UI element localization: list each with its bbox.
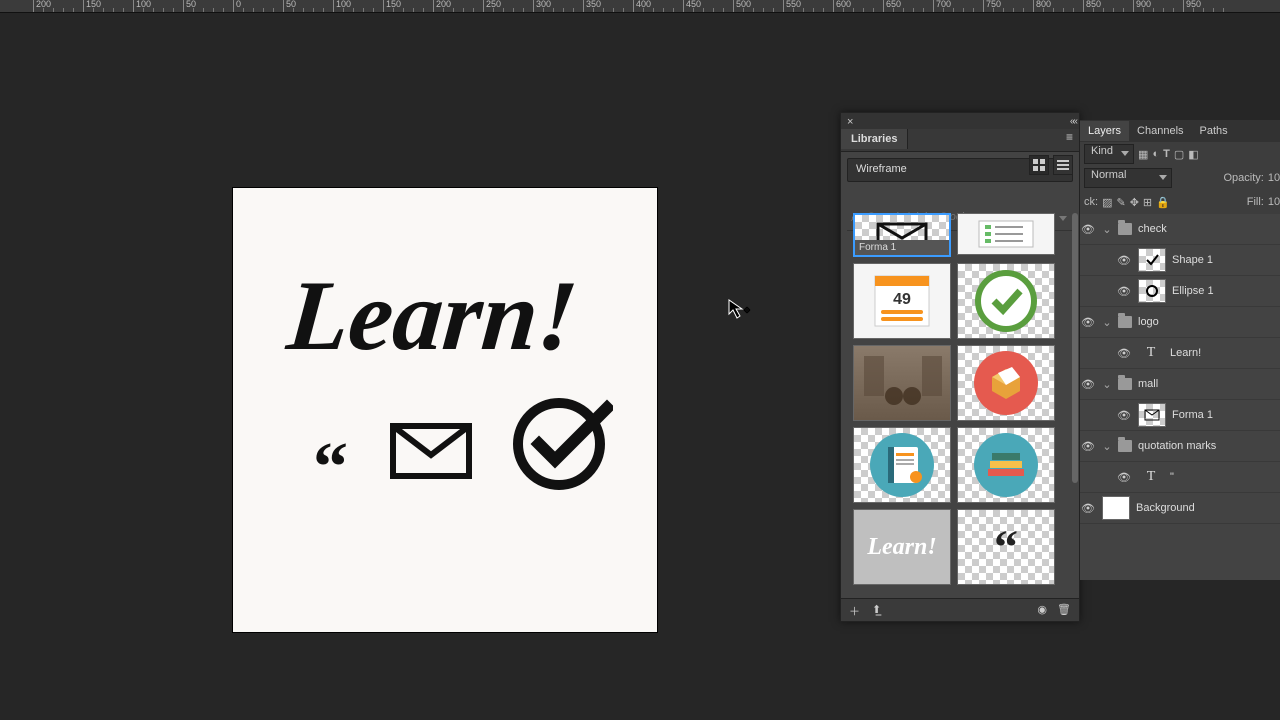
layer-group-check[interactable]: 👁 ⌄ check xyxy=(1080,214,1280,245)
layers-panel: Layers Channels Paths » Kind ▦ ◐ T ▢ ◧ N… xyxy=(1080,120,1280,580)
quotation-mark[interactable]: “ xyxy=(313,428,348,508)
tab-channels[interactable]: Channels xyxy=(1129,121,1191,141)
libraries-tab[interactable]: Libraries xyxy=(841,129,908,149)
filter-pixel-icon[interactable]: ▦ xyxy=(1138,148,1148,161)
visibility-icon[interactable]: 👁 xyxy=(1116,347,1132,360)
trash-icon[interactable]: 🗑 xyxy=(1057,603,1071,616)
upload-icon[interactable]: ⬆̲ xyxy=(872,603,881,619)
twirl-down-icon[interactable]: ⌄ xyxy=(1102,440,1112,453)
folder-icon xyxy=(1118,440,1132,452)
tab-paths[interactable]: Paths xyxy=(1192,121,1236,141)
grid-view-button[interactable] xyxy=(1029,155,1049,175)
visibility-icon[interactable]: 👁 xyxy=(1116,409,1132,422)
lock-pixels-icon[interactable]: ✎ xyxy=(1116,196,1125,209)
visibility-icon[interactable]: 👁 xyxy=(1116,254,1132,267)
add-asset-icon[interactable]: ＋ xyxy=(849,603,860,619)
cloud-icon[interactable]: ◉ xyxy=(1037,603,1047,616)
lock-position-icon[interactable]: ✥ xyxy=(1130,196,1139,209)
visibility-icon[interactable]: 👁 xyxy=(1080,223,1096,236)
twirl-down-icon[interactable]: ⌄ xyxy=(1102,223,1112,236)
svg-text:49: 49 xyxy=(893,291,911,308)
twirl-down-icon[interactable]: ⌄ xyxy=(1102,316,1112,329)
libraries-scrollbar[interactable] xyxy=(1072,213,1078,483)
document-canvas[interactable]: Learn! “ xyxy=(233,188,657,632)
chevron-down-icon xyxy=(1159,175,1167,180)
asset-list-ui[interactable] xyxy=(957,213,1055,255)
visibility-icon[interactable]: 👁 xyxy=(1080,502,1096,515)
chevron-down-icon xyxy=(1121,151,1129,156)
libraries-panel-header[interactable]: × «« xyxy=(841,113,1079,129)
visibility-icon[interactable]: 👁 xyxy=(1116,285,1132,298)
asset-check-green[interactable] xyxy=(957,263,1055,339)
visibility-icon[interactable]: 👁 xyxy=(1080,316,1096,329)
asset-box-red[interactable] xyxy=(957,345,1055,421)
layer-thumb xyxy=(1138,279,1166,303)
opacity-label: Opacity: xyxy=(1224,172,1264,184)
lock-label: ck: xyxy=(1084,196,1098,208)
tab-layers[interactable]: Layers xyxy=(1080,121,1129,141)
layer-thumb xyxy=(1138,248,1166,272)
folder-icon xyxy=(1118,223,1132,235)
filter-type-icon[interactable]: T xyxy=(1163,148,1170,160)
layer-forma-1[interactable]: 👁 Forma 1 xyxy=(1080,400,1280,431)
blend-mode-select[interactable]: Normal xyxy=(1084,168,1172,188)
lock-all-icon[interactable]: 🔒 xyxy=(1156,196,1170,209)
filter-kind-select[interactable]: Kind xyxy=(1084,144,1134,164)
asset-calendar[interactable]: 49 xyxy=(853,263,951,339)
layer-shape-1[interactable]: 👁 Shape 1 xyxy=(1080,245,1280,276)
asset-caption: Forma 1 xyxy=(855,240,949,255)
logo-text[interactable]: Learn! xyxy=(283,258,582,373)
asset-learn-text[interactable]: Learn! xyxy=(853,509,951,585)
twirl-down-icon[interactable]: ⌄ xyxy=(1102,378,1112,391)
folder-icon xyxy=(1118,378,1132,390)
layer-group-mail[interactable]: 👁 ⌄ mall xyxy=(1080,369,1280,400)
fill-label: Fill: xyxy=(1247,196,1264,208)
layer-ellipse-1[interactable]: 👁 Ellipse 1 xyxy=(1080,276,1280,307)
library-assets-grid: Forma 1 49 Learn! “ xyxy=(853,213,1071,599)
filter-shape-icon[interactable]: ▢ xyxy=(1174,148,1184,161)
layer-group-quotes[interactable]: 👁 ⌄ quotation marks xyxy=(1080,431,1280,462)
libraries-footer: ＋ ⬆̲ ◉ 🗑 xyxy=(841,598,1079,621)
close-icon[interactable]: × xyxy=(847,116,853,128)
move-cursor-icon xyxy=(727,298,751,322)
lock-transparency-icon[interactable]: ▨ xyxy=(1102,196,1112,209)
list-view-button[interactable] xyxy=(1053,155,1073,175)
horizontal-ruler: 2001501005005010015020025030035040045050… xyxy=(0,0,1280,13)
collapse-icon[interactable]: «« xyxy=(1070,116,1075,127)
libraries-panel: × «« Libraries ≡ Wireframe ⌕ Forma 1 49 xyxy=(840,112,1080,622)
opacity-value[interactable]: 100% xyxy=(1268,172,1280,184)
asset-books[interactable] xyxy=(957,427,1055,503)
visibility-icon[interactable]: 👁 xyxy=(1116,471,1132,484)
layer-background[interactable]: 👁 Background 🔒 xyxy=(1080,493,1280,524)
text-layer-icon: T xyxy=(1138,342,1164,364)
layer-thumb xyxy=(1102,496,1130,520)
layers-panel-tabs: Layers Channels Paths » xyxy=(1080,120,1280,142)
check-icon[interactable] xyxy=(511,396,613,492)
panel-menu-icon[interactable]: ≡ xyxy=(1066,129,1079,139)
list-icon xyxy=(1057,159,1069,171)
layer-group-logo[interactable]: 👁 ⌄ logo xyxy=(1080,307,1280,338)
grid-icon xyxy=(1033,159,1045,171)
filter-adjust-icon[interactable]: ◐ xyxy=(1152,148,1159,160)
fill-value[interactable]: 100% xyxy=(1268,196,1280,208)
asset-photo-library[interactable] xyxy=(853,345,951,421)
visibility-icon[interactable]: 👁 xyxy=(1080,440,1096,453)
asset-mail[interactable]: Forma 1 xyxy=(853,213,951,257)
mail-icon[interactable] xyxy=(390,423,472,479)
layers-list: 👁 ⌄ check 👁 Shape 1 👁 Ellipse 1 👁 ⌄ logo… xyxy=(1080,214,1280,524)
layer-thumb xyxy=(1138,403,1166,427)
layer-text-learn[interactable]: 👁 T Learn! xyxy=(1080,338,1280,369)
library-select-value: Wireframe xyxy=(856,163,907,175)
folder-icon xyxy=(1118,316,1132,328)
filter-smart-icon[interactable]: ◧ xyxy=(1188,148,1198,161)
asset-notebook[interactable] xyxy=(853,427,951,503)
lock-artboard-icon[interactable]: ⊞ xyxy=(1143,196,1152,209)
layer-text-quote[interactable]: 👁 T " xyxy=(1080,462,1280,493)
asset-quotes[interactable]: “ xyxy=(957,509,1055,585)
visibility-icon[interactable]: 👁 xyxy=(1080,378,1096,391)
text-layer-icon: T xyxy=(1138,466,1164,488)
